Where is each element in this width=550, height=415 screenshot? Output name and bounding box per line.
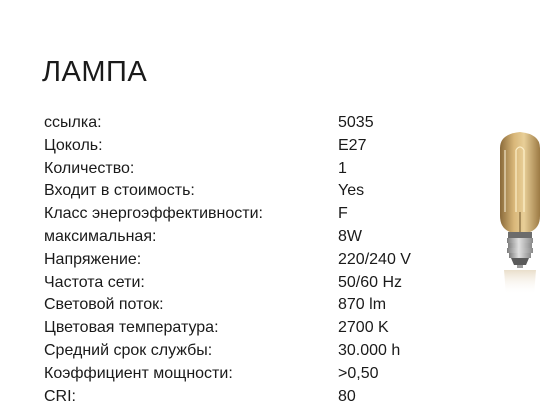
page-title: ЛАМПА <box>42 56 148 88</box>
spec-value: 1 <box>338 159 347 177</box>
spec-value: 2700 K <box>338 319 389 337</box>
spec-label: Коэффициент мощности: <box>44 364 233 382</box>
bulb-base <box>507 232 533 268</box>
spec-row-frequency: Частота сети: 50/60 Hz <box>44 272 444 295</box>
spec-label: Средний срок службы: <box>44 341 213 359</box>
spec-label: Цветовая температура: <box>44 319 219 337</box>
spec-value: E27 <box>338 136 367 154</box>
spec-value: 8W <box>338 227 362 245</box>
spec-row-cri: CRI: 80 <box>44 386 444 409</box>
spec-value: >0,50 <box>338 364 379 382</box>
bulb-reflection <box>504 270 536 295</box>
spec-value: 870 lm <box>338 296 387 314</box>
spec-row-included: Входит в стоимость: Yes <box>44 180 444 203</box>
spec-row-lifetime: Средний срок службы: 30.000 h <box>44 340 444 363</box>
spec-value: 5035 <box>338 114 374 131</box>
spec-label: CRI: <box>44 387 76 405</box>
spec-row-color-temperature: Цветовая температура: 2700 K <box>44 317 444 340</box>
spec-row-luminous-flux: Световой поток: 870 lm <box>44 294 444 317</box>
spec-table: ссылка: 5035 Цоколь: E27 Количество: 1 В… <box>44 112 444 408</box>
spec-row-power-factor: Коэффициент мощности: >0,50 <box>44 363 444 386</box>
spec-row-max-power: максимальная: 8W <box>44 226 444 249</box>
spec-value: 50/60 Hz <box>338 273 403 291</box>
spec-label: Класс энергоэффективности: <box>44 205 263 223</box>
spec-row-voltage: Напряжение: 220/240 V <box>44 249 444 272</box>
spec-label: Цоколь: <box>44 136 103 154</box>
spec-row-socket: Цоколь: E27 <box>44 135 444 158</box>
spec-row-energy-class: Класс энергоэффективности: F <box>44 203 444 226</box>
spec-label: Количество: <box>44 159 135 177</box>
spec-label: Световой поток: <box>44 296 164 314</box>
spec-value: F <box>338 205 348 223</box>
spec-value: 220/240 V <box>338 250 411 268</box>
spec-label: Напряжение: <box>44 250 142 268</box>
spec-row-reference: ссылка: 5035 <box>44 112 444 135</box>
spec-label: Частота сети: <box>44 273 145 291</box>
spec-label: ссылка: <box>44 114 102 131</box>
spec-value: 30.000 h <box>338 341 401 359</box>
bulb-image <box>500 132 540 295</box>
spec-label: максимальная: <box>44 227 157 245</box>
spec-value: Yes <box>338 182 365 200</box>
spec-value: 80 <box>338 387 356 405</box>
spec-label: Входит в стоимость: <box>44 182 195 200</box>
spec-row-quantity: Количество: 1 <box>44 158 444 181</box>
